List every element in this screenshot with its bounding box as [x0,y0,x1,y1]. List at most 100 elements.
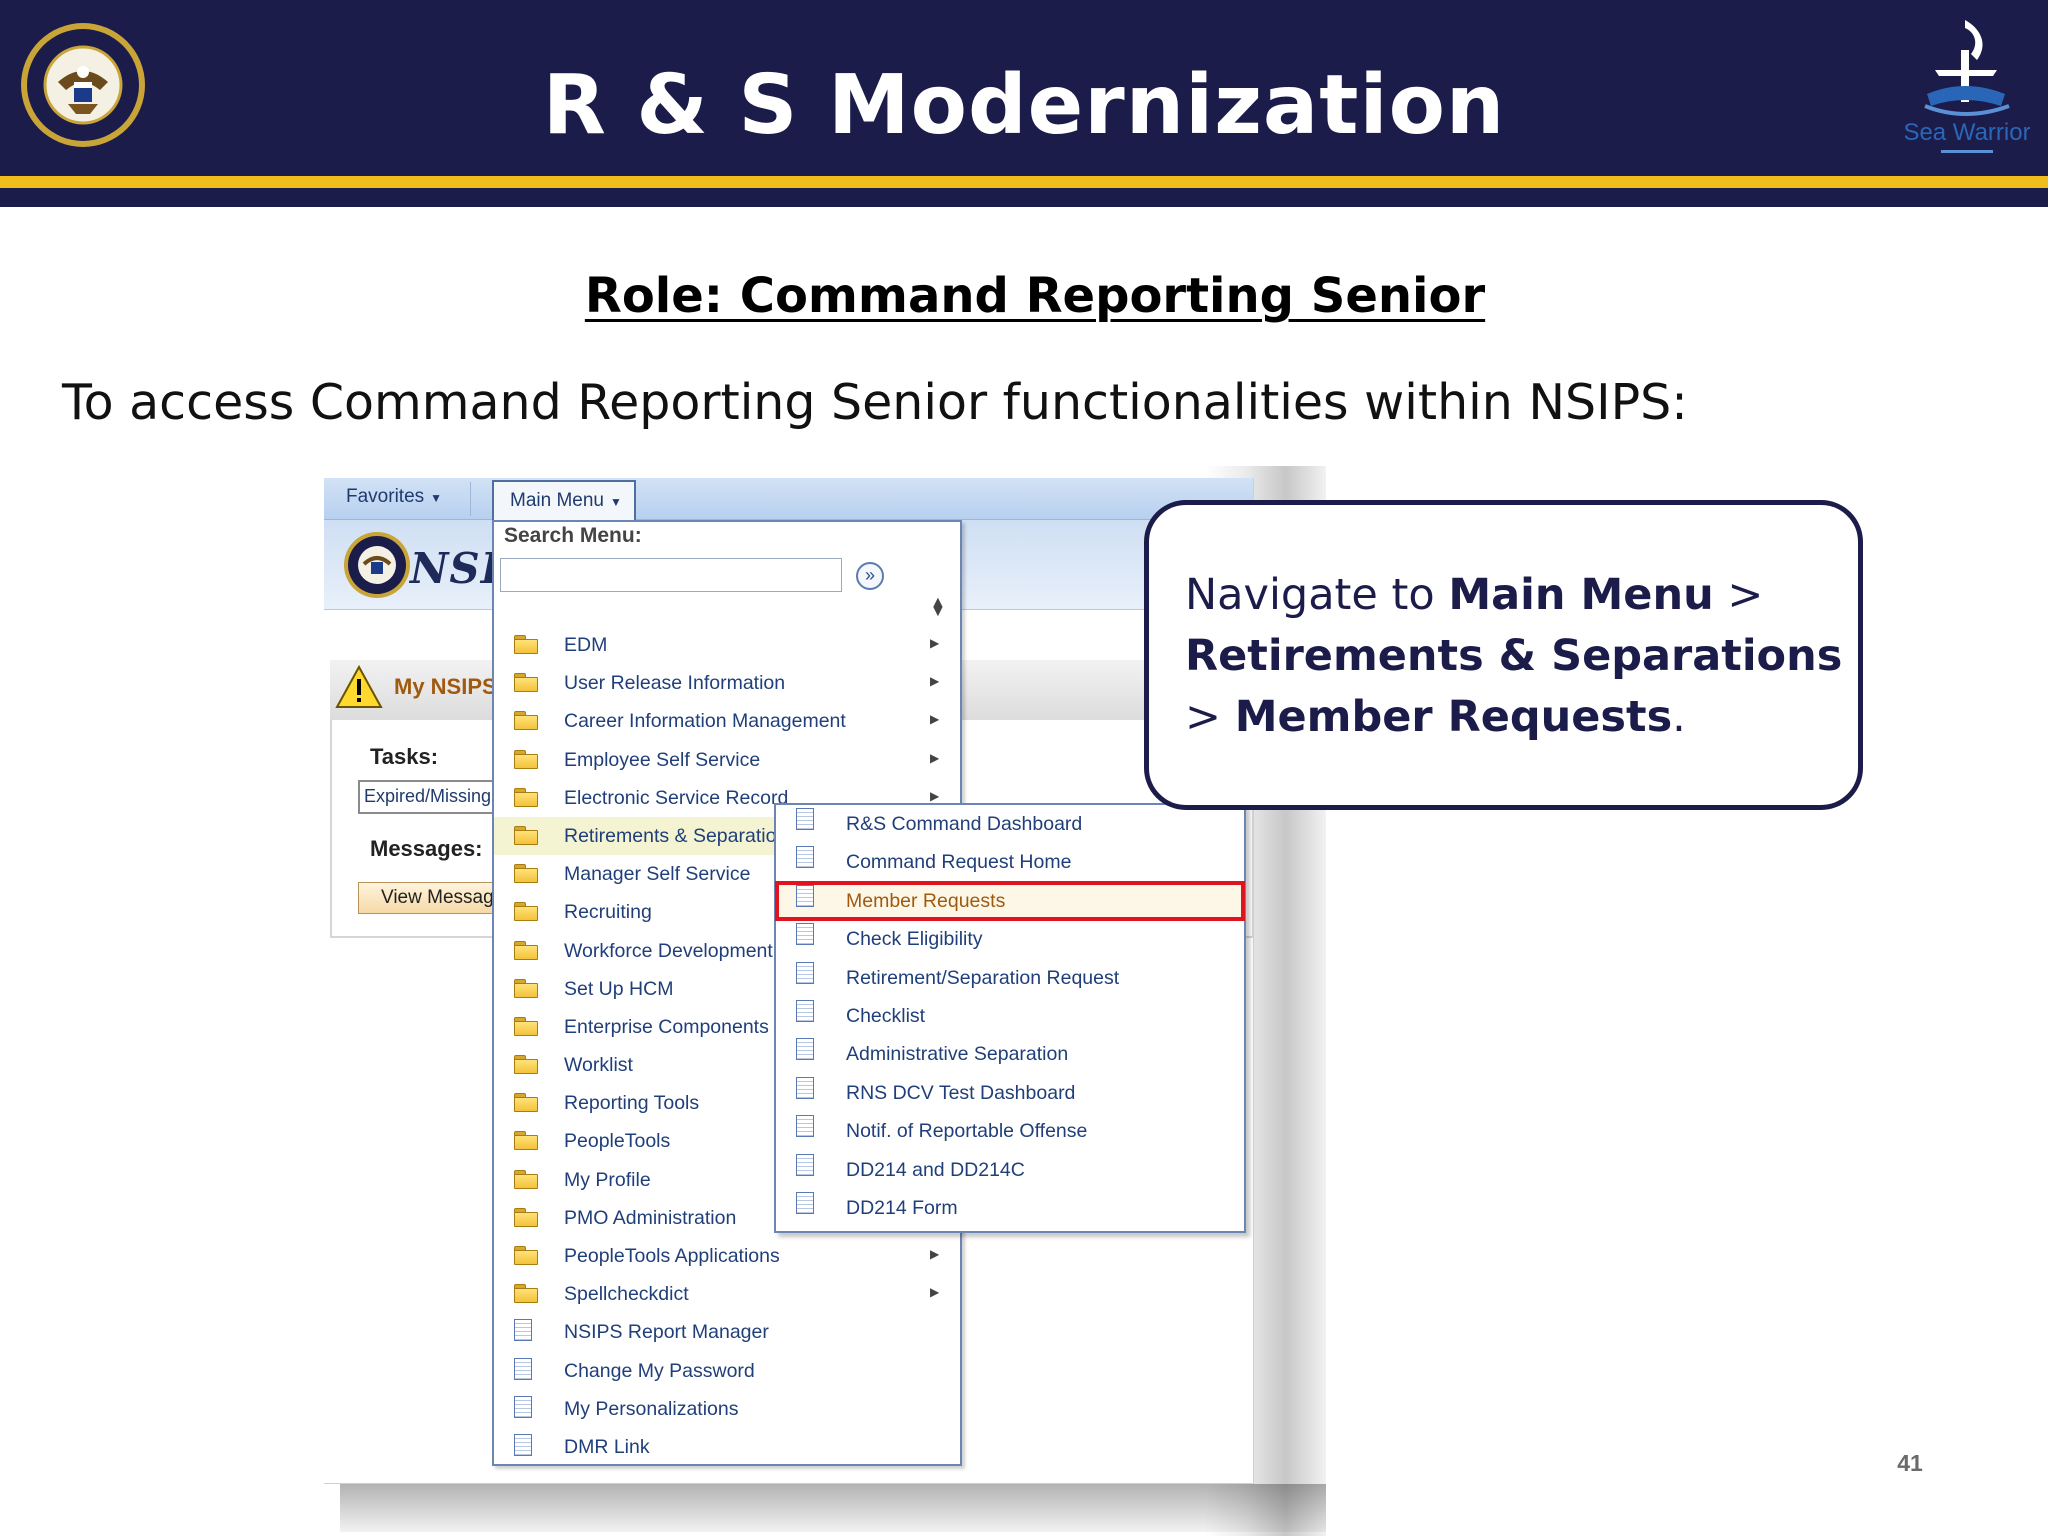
submenu-item-notif-of-reportable-offense[interactable]: Notif. of Reportable Offense [776,1112,1244,1150]
search-go-icon[interactable]: » [856,562,884,590]
intro-text: To access Command Reporting Senior funct… [62,374,1688,431]
folder-icon [514,1016,538,1036]
submenu-item-check-eligibility[interactable]: Check Eligibility [776,920,1244,958]
submenu-list: R&S Command Dashboard Command Request Hom… [775,805,1245,1227]
folder-icon [514,635,538,654]
submenu-item-checklist[interactable]: Checklist [776,997,1244,1035]
folder-icon [514,1284,538,1304]
callout-step-main-menu: Main Menu [1448,570,1714,620]
submenu-item-label: Command Request Home [846,851,1072,874]
menu-item-label: Reporting Tools [564,1092,700,1115]
menu-item-employee-self-service[interactable]: Employee Self Service ▶ [494,741,960,779]
instruction-callout: Navigate to Main Menu > Retirements & Se… [1144,500,1863,810]
document-icon [796,846,818,869]
submenu-item-label: DD214 and DD214C [846,1158,1025,1181]
document-icon [514,1319,536,1342]
submenu-item-retirement-separation-request[interactable]: Retirement/Separation Request [776,959,1244,997]
chevron-right-icon: ▶ [930,750,940,765]
topbar-divider [470,482,471,516]
menu-item-label: Recruiting [564,901,652,924]
document-icon [514,1357,536,1380]
submenu-item-rands-command-dashboard[interactable]: R&S Command Dashboard [776,805,1244,843]
document-icon [796,1038,818,1061]
search-menu-label: Search Menu: [504,524,642,547]
chevron-right-icon: ▶ [930,674,940,689]
slide-title: R & S Modernization [542,58,1506,153]
warning-icon [335,664,383,708]
menu-item-user-release-information[interactable]: User Release Information ▶ [494,664,960,702]
document-icon [796,1115,818,1138]
document-icon [796,808,818,830]
menu-item-edm[interactable]: EDM ▶ [494,626,960,664]
chevron-right-icon: ▶ [930,712,940,727]
folder-icon [514,1093,538,1113]
main-menu-button[interactable]: Main Menu ▼ [492,480,636,520]
menu-item-label: PeopleTools [564,1130,671,1153]
menu-item-label: My Profile [564,1168,651,1191]
menu-item-nsips-report-manager[interactable]: NSIPS Report Manager [494,1313,960,1351]
chevron-right-icon: ▶ [930,636,940,650]
document-icon [796,884,818,907]
chevron-down-icon: ▼ [610,495,622,509]
screenshot-shadow-bottom [340,1484,1326,1532]
folder-icon [514,978,538,998]
search-menu-input[interactable] [500,558,842,592]
menu-item-label: My Personalizations [564,1397,739,1420]
folder-icon [514,864,538,884]
folder-icon [514,1246,538,1265]
folder-icon [514,1131,538,1151]
submenu-item-administrative-separation[interactable]: Administrative Separation [776,1035,1244,1073]
submenu-item-command-request-home[interactable]: Command Request Home [776,843,1244,881]
scroll-arrows-icon[interactable]: ▲ ▼ [930,595,946,620]
callout-step-retirements: Retirements & Separations [1185,631,1843,681]
folder-icon [514,711,538,731]
folder-icon [514,1169,538,1189]
menu-item-label: Worklist [564,1054,633,1077]
menu-item-peopletools-applications[interactable]: PeopleTools Applications ▶ [494,1237,960,1275]
submenu-item-dd214-and-dd214c[interactable]: DD214 and DD214C [776,1151,1244,1189]
retirements-separations-submenu: R&S Command Dashboard Command Request Hom… [774,803,1246,1233]
menu-item-label: Electronic Service Record [564,786,789,809]
my-nsips-title: My NSIPS [394,674,497,699]
submenu-item-label: R&S Command Dashboard [846,813,1083,835]
chevron-right-icon: ▶ [930,1247,940,1261]
submenu-item-label: Checklist [846,1004,926,1027]
submenu-item-label: Check Eligibility [846,928,983,951]
menu-item-label: Manager Self Service [564,863,751,886]
messages-label: Messages: [370,836,483,861]
menu-item-label: PMO Administration [564,1206,737,1229]
menu-item-label: PeopleTools Applications [564,1245,780,1267]
menu-item-label: Retirements & Separations [564,824,798,847]
submenu-item-rns-dcv-test-dashboard[interactable]: RNS DCV Test Dashboard [776,1074,1244,1112]
document-icon [796,961,818,984]
menu-item-change-my-password[interactable]: Change My Password [494,1352,960,1390]
menu-item-label: Workforce Development [564,939,773,962]
menu-item-dmr-link[interactable]: DMR Link [494,1428,960,1466]
folder-icon [514,749,538,769]
document-icon [796,1076,818,1099]
submenu-item-member-requests[interactable]: Member Requests [775,880,1245,922]
callout-step-member-requests: Member Requests [1234,692,1673,742]
submenu-item-label: DD214 Form [846,1196,958,1219]
chevron-right-icon: ▶ [930,788,940,803]
svg-text:Sea Warrior: Sea Warrior [1905,119,2030,146]
document-icon [796,999,818,1022]
folder-icon [514,1055,538,1075]
submenu-item-label: RNS DCV Test Dashboard [846,1081,1076,1104]
document-icon [514,1433,536,1456]
submenu-item-dd214-form[interactable]: DD214 Form [776,1189,1244,1227]
menu-item-my-personalizations[interactable]: My Personalizations [494,1390,960,1428]
favorites-menu-button[interactable]: Favorites ▼ [346,486,442,508]
menu-item-spellcheckdict[interactable]: Spellcheckdict ▶ [494,1275,960,1313]
menu-item-career-information-management[interactable]: Career Information Management ▶ [494,702,960,740]
menu-item-label: Set Up HCM [564,977,674,1000]
header-gold-stripe [0,176,2048,188]
header-navy-stripe [0,188,2048,207]
submenu-item-label: Notif. of Reportable Offense [846,1120,1088,1143]
menu-item-label: User Release Information [564,672,786,695]
menu-item-label: Career Information Management [564,710,846,733]
folder-icon [514,787,538,807]
menu-item-label: Employee Self Service [564,748,761,771]
document-icon [514,1395,536,1418]
folder-icon [514,1207,538,1227]
